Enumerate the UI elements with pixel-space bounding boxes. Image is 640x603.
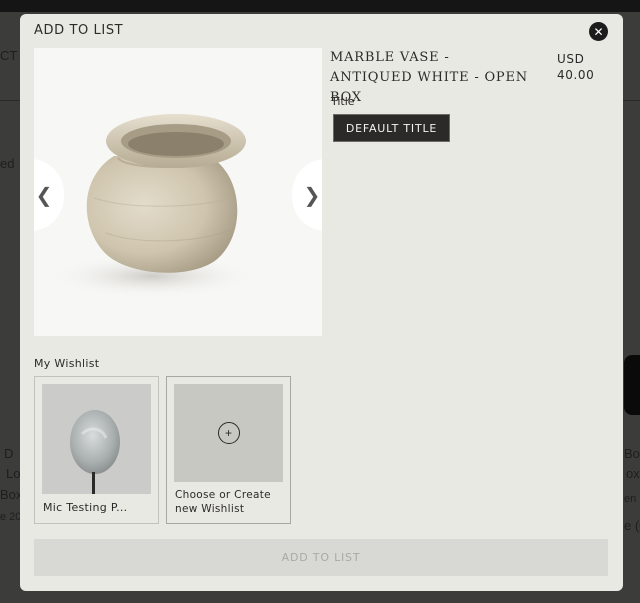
background-text: Box: [624, 446, 640, 461]
background-text: ed: [0, 156, 15, 171]
background-divider: [0, 100, 20, 101]
background-text: CT: [0, 48, 18, 63]
background-topbar: [0, 0, 640, 12]
product-image-gallery: ❮ ❯: [34, 48, 322, 336]
product-price: USD 40.00: [557, 51, 617, 83]
modal-title: ADD TO LIST: [34, 23, 124, 38]
variant-option-button[interactable]: DEFAULT TITLE: [333, 114, 450, 142]
background-text: en: [624, 493, 637, 505]
background-text: e 20: [0, 511, 22, 523]
add-to-list-modal: ADD TO LIST ✕ ❮ ❯ MARBLE VASE - ANTIQUED…: [20, 14, 623, 591]
wishlist-card[interactable]: Mic Testing P...: [34, 376, 159, 524]
marble-vase-image: [47, 114, 257, 298]
background-text: Lo: [6, 466, 21, 481]
wishlist-thumbnail: [42, 384, 151, 494]
chevron-left-icon: ❮: [35, 183, 53, 207]
chevron-right-icon: ❯: [303, 183, 321, 207]
create-wishlist-label: Choose or Create new Wishlist: [175, 489, 271, 515]
background-divider: [623, 100, 640, 101]
create-wishlist-thumbnail: +: [174, 384, 283, 482]
price-amount: 40.00: [557, 68, 595, 82]
close-button[interactable]: ✕: [589, 22, 608, 41]
background-image: [624, 355, 640, 415]
create-wishlist-card[interactable]: + Choose or Create new Wishlist: [166, 376, 291, 524]
add-to-list-button[interactable]: ADD TO LIST: [34, 539, 608, 576]
background-text: e (0: [624, 518, 640, 533]
price-currency: USD: [557, 52, 585, 66]
wishlist-name: Mic Testing P...: [43, 501, 128, 514]
product-name: MARBLE VASE - ANTIQUED WHITE - OPEN BOX: [330, 50, 528, 105]
stone-spoon-image: [42, 384, 151, 494]
wishlist-section-label: My Wishlist: [34, 357, 100, 370]
background-text: D: [4, 446, 14, 461]
plus-circle-icon: +: [217, 422, 240, 444]
variant-option-label: Title: [331, 95, 355, 108]
background-text: ox: [626, 466, 640, 481]
close-icon: ✕: [593, 24, 604, 39]
